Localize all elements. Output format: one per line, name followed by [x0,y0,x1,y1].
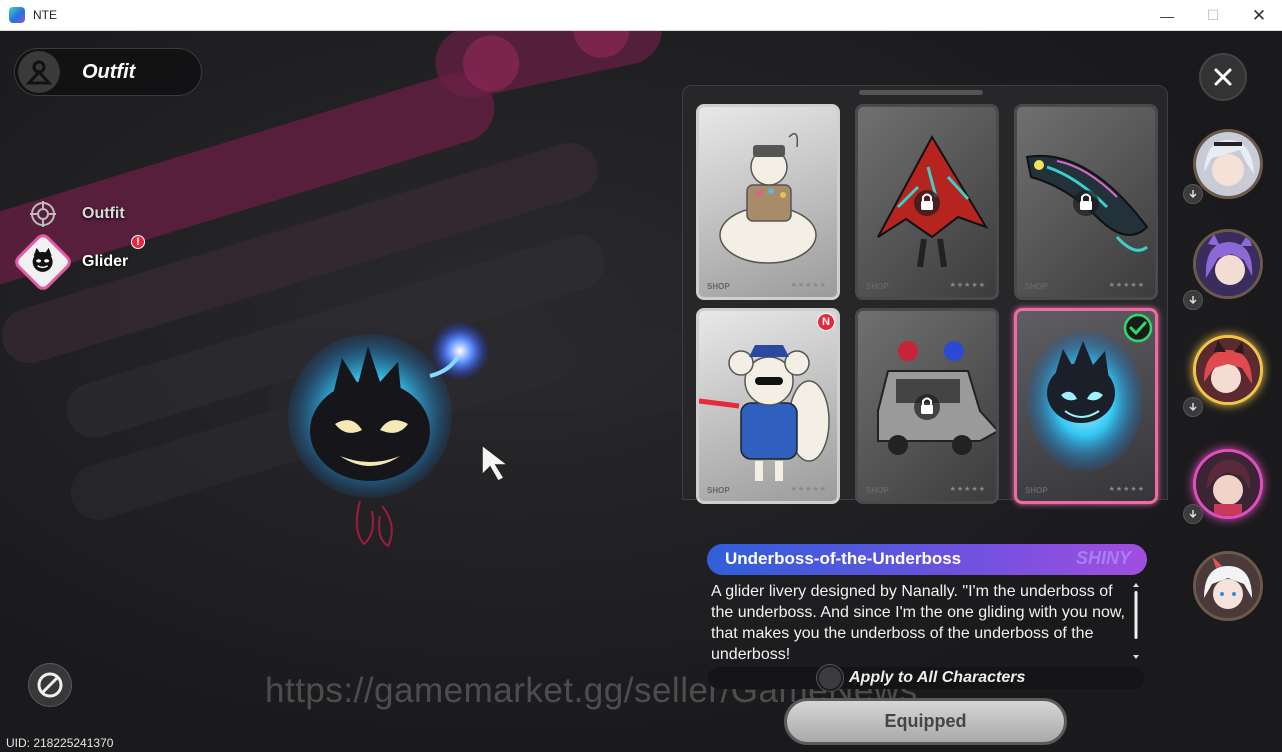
item-name: Underboss-of-the-Underboss [725,549,962,568]
card-shop-tag: SHOP [1025,486,1048,495]
card-rarity-stars: ★★★★★ [949,282,986,289]
character-portrait [1196,132,1260,196]
card-shop-tag: SHOP [1025,282,1048,291]
hide-ui-button[interactable] [28,663,72,707]
apply-to-all-toggle[interactable] [817,665,843,691]
card-shop-tag: SHOP [707,282,730,291]
lock-icon [914,394,940,420]
item-card-blue-flame-ghost-glider[interactable]: SHOP ★★★★★ [1014,308,1158,504]
outfit-header: Outfit [14,48,202,96]
player-uid: UID: 218225241370 [6,736,114,750]
mouse-cursor-icon [481,443,511,482]
minimize-button[interactable]: — [1144,0,1190,31]
category-outfit-label: Outfit [82,205,125,222]
download-icon [1189,510,1197,519]
card-rarity-stars: ★★★★★ [1108,486,1145,493]
lock-icon [914,190,940,216]
item-card-cat-glider[interactable]: SHOP ★★★★★ [696,104,840,300]
character-portrait [1196,554,1260,618]
window-titlebar: NTE — ☐ ✕ [0,0,1282,31]
window-title: NTE [33,8,57,22]
close-button[interactable] [1199,53,1247,101]
apply-to-all-row[interactable]: Apply to All Characters [708,665,1144,691]
character-avatar-red-hair[interactable] [1193,335,1263,405]
category-glider-label: Glider [82,253,129,270]
equipped-check-icon [1123,313,1153,343]
card-rarity-stars: ★★★★★ [1108,282,1145,289]
character-download-button[interactable] [1183,184,1203,204]
wardrobe-icon [18,51,60,93]
glider-preview-model[interactable] [280,306,500,556]
window-close-button[interactable]: ✕ [1236,0,1282,31]
character-portrait [1196,452,1260,516]
item-rarity-label: SHINY [1075,548,1131,568]
cat-glider-thumbnail [719,132,817,264]
panel-handle [859,90,983,95]
game-viewport: Outfit Outfit Glider ! UID: 218225241370… [0,31,1282,752]
item-card-koi-streamer-glider[interactable]: SHOP ★★★★★ [1014,104,1158,300]
crosshair-icon [30,201,56,227]
app-logo-icon [9,7,25,23]
new-item-badge: N [817,313,835,331]
character-avatar-dark-hair-male[interactable] [1193,449,1263,519]
download-icon [1189,403,1197,412]
character-download-button[interactable] [1183,397,1203,417]
description-scrollbar[interactable] [1132,583,1140,661]
character-portrait [1196,232,1260,296]
card-rarity-stars: ★★★★★ [790,486,827,493]
close-icon [1214,68,1232,86]
card-shop-tag: SHOP [866,282,889,291]
item-card-police-car-glider[interactable]: SHOP ★★★★★ [855,308,999,504]
item-description: A glider livery designed by Nanally. "I'… [711,583,1125,663]
item-card-police-mouse-glider[interactable]: N SHOP ★★★★★ [696,308,840,504]
new-alert-badge: ! [131,235,145,249]
glider-icon [33,247,53,272]
character-avatar-purple-hair[interactable] [1193,229,1263,299]
card-rarity-stars: ★★★★★ [949,486,986,493]
item-card-red-kite-glider[interactable]: SHOP ★★★★★ [855,104,999,300]
character-download-button[interactable] [1183,504,1203,524]
download-icon [1189,296,1197,305]
equipped-button[interactable]: Equipped [784,698,1067,745]
character-download-button[interactable] [1183,290,1203,310]
police-mouse-glider-thumbnail [699,345,830,481]
character-portrait [1196,338,1260,402]
lock-icon [1073,190,1099,216]
page-title: Outfit [82,60,136,83]
card-rarity-stars: ★★★★★ [790,282,827,289]
prohibited-icon [37,672,63,698]
character-avatar-white-hair-horned[interactable] [1193,551,1263,621]
apply-to-all-label: Apply to All Characters [849,669,1026,686]
glider-item-panel: SHOP ★★★★★ SHOP ★★★★★ SHOP ★★★★★ N SHOP … [682,85,1168,504]
maximize-button[interactable]: ☐ [1190,0,1236,31]
category-glider[interactable]: Glider [11,230,129,294]
character-avatar-silver-hair[interactable] [1193,129,1263,199]
card-shop-tag: SHOP [707,486,730,495]
item-name-bar: Underboss-of-the-Underboss SHINY [707,544,1147,575]
card-shop-tag: SHOP [866,486,889,495]
download-icon [1189,190,1197,199]
